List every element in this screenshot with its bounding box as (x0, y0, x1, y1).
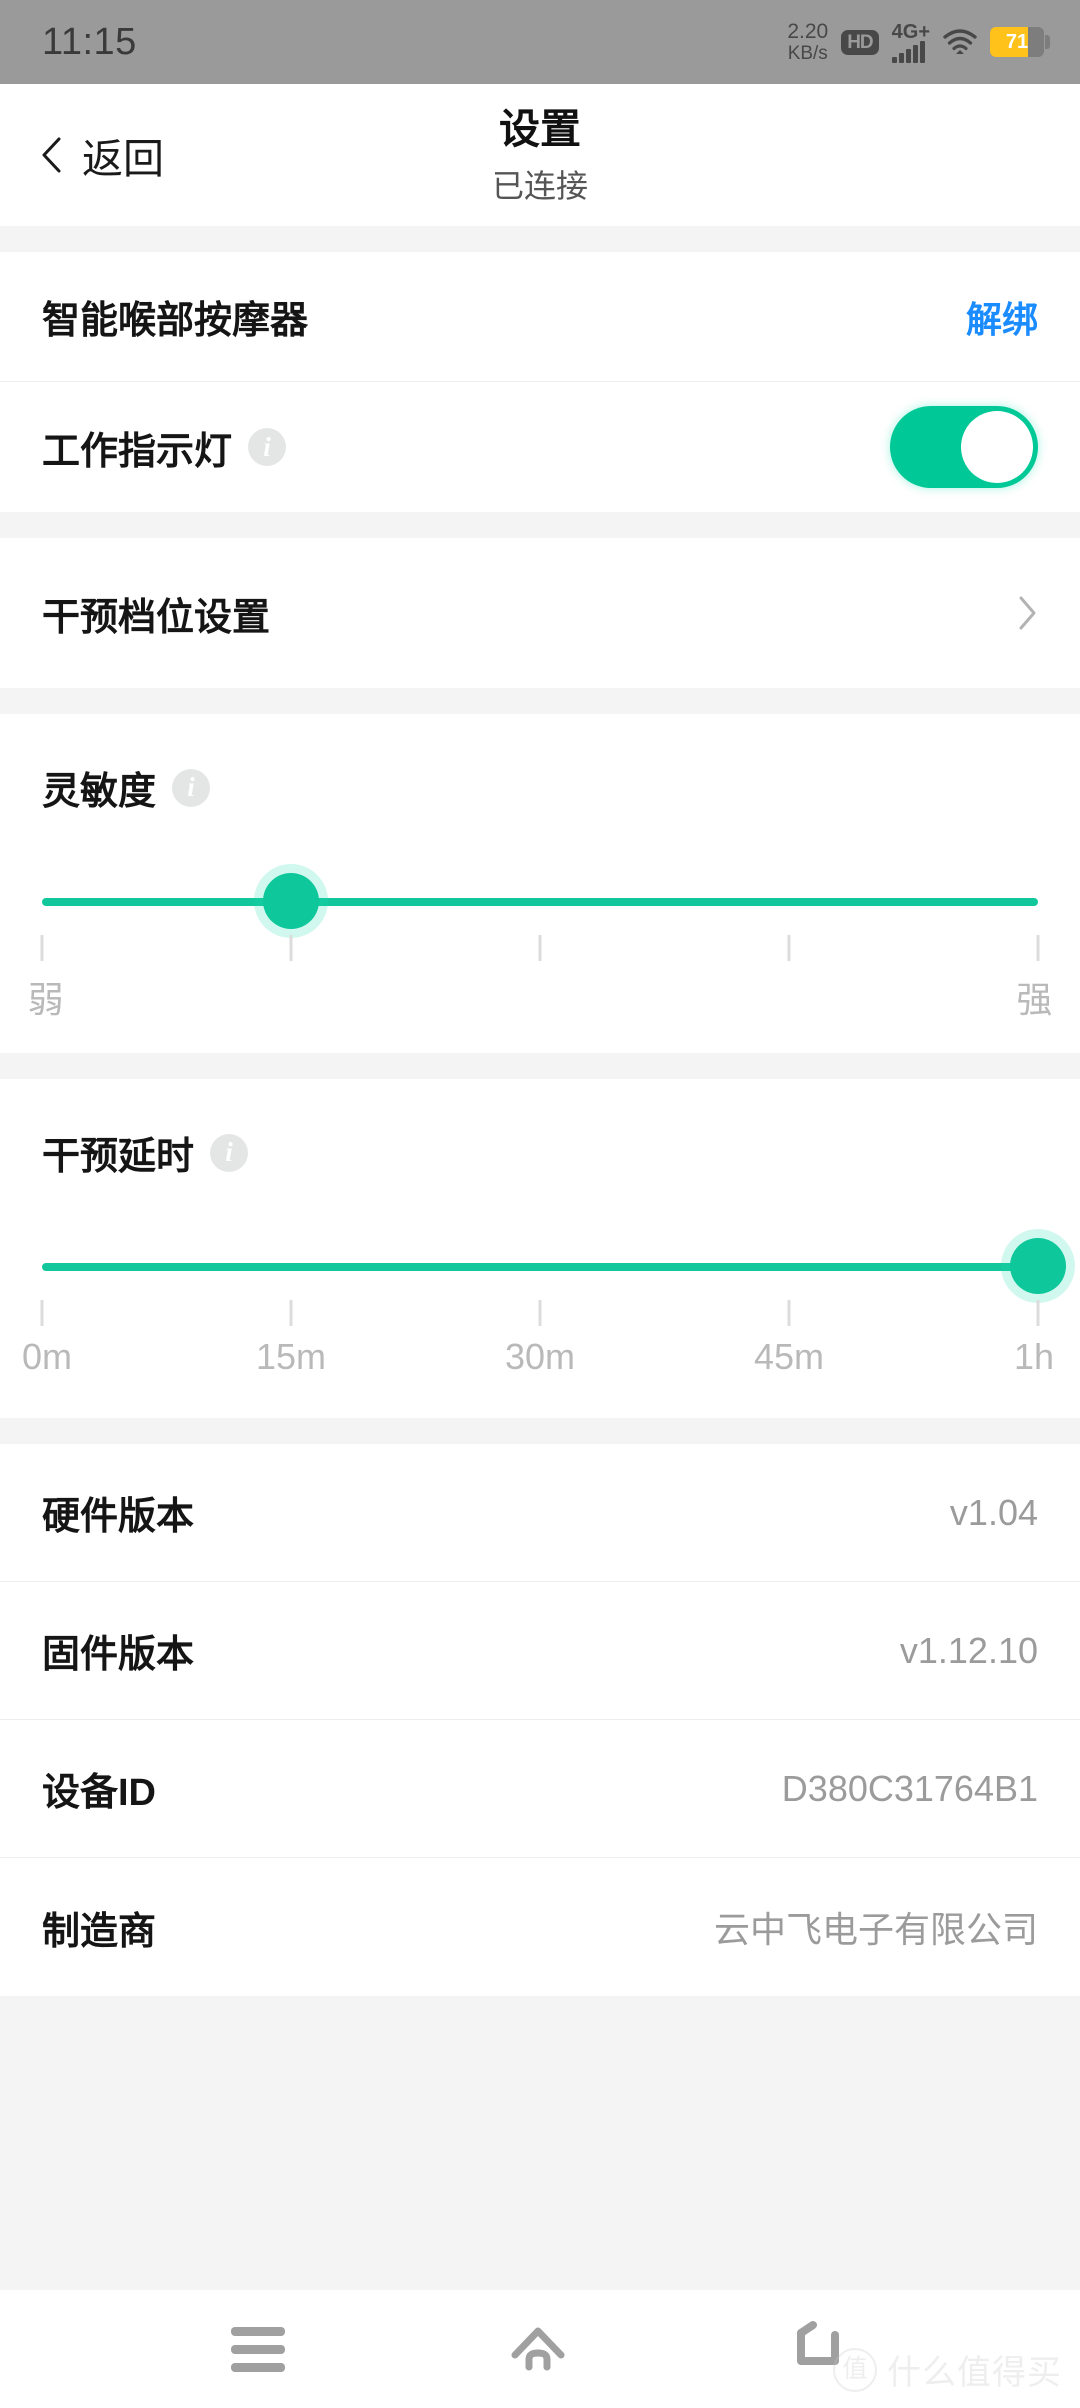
slider-scale-label: 30m (504, 1336, 576, 1377)
app-header: 返回 设置 已连接 (0, 84, 1080, 226)
delay-thumb[interactable] (1010, 1238, 1066, 1294)
info-row: 制造商 云中飞电子有限公司 (0, 1858, 1080, 1996)
slider-tick (787, 935, 791, 961)
level-settings-section: 干预档位设置 (0, 538, 1080, 688)
status-bar: 11:15 2.20 KB/s HD 4G+ 71 (0, 0, 1080, 84)
indicator-toggle[interactable] (890, 406, 1038, 488)
slider-scale-label: 0m (21, 1336, 73, 1377)
info-row-label: 硬件版本 (42, 1496, 195, 1538)
sensitivity-label: 灵敏度 (42, 771, 157, 813)
info-row-value: v1.04 (949, 1491, 1038, 1533)
device-info-section: 硬件版本 v1.04 固件版本 v1.12.10 设备ID D380C31764B1 制造商… (0, 1444, 1080, 1996)
delay-slider[interactable] (42, 1238, 1066, 1294)
sensitivity-slider[interactable] (42, 873, 1038, 929)
sensitivity-ticks (40, 935, 1040, 969)
bottom-filler (0, 1996, 1080, 2290)
chevron-right-icon (1019, 596, 1036, 630)
watermark-text: 什么值得买 (887, 2354, 1062, 2392)
slider-scale-label: 45m (753, 1336, 825, 1377)
slider-tick (538, 935, 542, 961)
wifi-icon (943, 29, 977, 54)
level-settings-label: 干预档位设置 (42, 596, 271, 639)
slider-tick (1036, 1300, 1040, 1326)
sensitivity-section: 灵敏度 i 弱强 (0, 714, 1080, 1053)
slider-tick (538, 1300, 542, 1326)
section-gap (0, 688, 1080, 714)
cellular-signal-icon: 4G+ (891, 20, 930, 63)
slider-tick (40, 935, 44, 961)
slider-scale-label: 弱 (27, 979, 64, 1020)
network-speed-indicator: 2.20 KB/s (787, 21, 828, 63)
sensitivity-scale-labels: 弱强 (28, 971, 1053, 1023)
delay-label: 干预延时 (42, 1136, 195, 1178)
info-row: 设备ID D380C31764B1 (0, 1720, 1080, 1858)
battery-percent-label: 71 (1005, 31, 1029, 53)
indicator-row: 工作指示灯 i (0, 382, 1080, 512)
device-row: 智能喉部按摩器 解绑 (0, 252, 1080, 382)
slider-tick (1036, 935, 1040, 961)
sensitivity-title: 灵敏度 i (42, 760, 1038, 815)
back-icon[interactable] (791, 2321, 849, 2377)
sensitivity-thumb[interactable] (263, 873, 319, 929)
info-row-value: 云中飞电子有限公司 (713, 1909, 1038, 1950)
info-row: 硬件版本 v1.04 (0, 1444, 1080, 1582)
system-nav-bar: 值 什么值得买 (0, 2290, 1080, 2408)
sensitivity-track (42, 898, 1038, 906)
info-row-value: v1.12.10 (899, 1629, 1038, 1671)
info-row-value: D380C31764B1 (781, 1767, 1038, 1809)
indicator-label: 工作指示灯 (42, 430, 233, 473)
network-type-label: 4G+ (891, 20, 930, 43)
unbind-button[interactable]: 解绑 (966, 291, 1038, 343)
info-icon[interactable]: i (248, 428, 287, 466)
section-gap (0, 512, 1080, 538)
info-row-label: 设备ID (42, 1772, 157, 1814)
network-speed-value: 2.20 (787, 20, 829, 43)
delay-section: 干预延时 i 0m 15m 30m 45m 1h (0, 1079, 1080, 1418)
device-name: 智能喉部按摩器 (42, 300, 309, 342)
delay-track (42, 1263, 1038, 1271)
hd-icon: HD (841, 29, 879, 55)
info-row: 固件版本 v1.12.10 (0, 1582, 1080, 1720)
info-row-label: 制造商 (42, 1910, 157, 1953)
section-gap (0, 1418, 1080, 1444)
status-clock: 11:15 (42, 20, 137, 63)
slider-tick (40, 1300, 44, 1326)
indicator-label-wrap: 工作指示灯 i (42, 420, 287, 475)
device-section: 智能喉部按摩器 解绑 工作指示灯 i (0, 252, 1080, 512)
slider-scale-label: 强 (1016, 979, 1053, 1020)
slider-tick (787, 1300, 791, 1326)
back-button[interactable]: 返回 (40, 125, 164, 185)
delay-title: 干预延时 i (42, 1125, 1038, 1180)
slider-scale-label: 15m (255, 1336, 327, 1377)
network-speed-unit: KB/s (787, 43, 828, 64)
slider-scale-label: 1h (1013, 1336, 1055, 1377)
delay-scale-labels: 0m 15m 30m 45m 1h (22, 1336, 1054, 1388)
slider-tick (289, 935, 293, 961)
section-gap (0, 226, 1080, 252)
toggle-knob (961, 411, 1033, 483)
home-icon[interactable] (507, 2321, 569, 2377)
section-gap (0, 1053, 1080, 1079)
info-icon[interactable]: i (172, 768, 211, 807)
battery-icon: 71 (990, 27, 1050, 57)
level-settings-row[interactable]: 干预档位设置 (0, 538, 1080, 688)
info-icon[interactable]: i (210, 1133, 249, 1172)
signal-bars-icon (891, 40, 925, 63)
status-icons: 2.20 KB/s HD 4G+ 71 (787, 21, 1050, 63)
battery-cap (1045, 35, 1050, 49)
menu-icon[interactable] (231, 2326, 285, 2372)
slider-tick (289, 1300, 293, 1326)
back-label: 返回 (82, 136, 164, 182)
delay-ticks (40, 1300, 1040, 1334)
info-row-label: 固件版本 (42, 1634, 195, 1676)
chevron-left-icon (42, 137, 61, 173)
watermark: 值 什么值得买 (833, 2345, 1062, 2394)
